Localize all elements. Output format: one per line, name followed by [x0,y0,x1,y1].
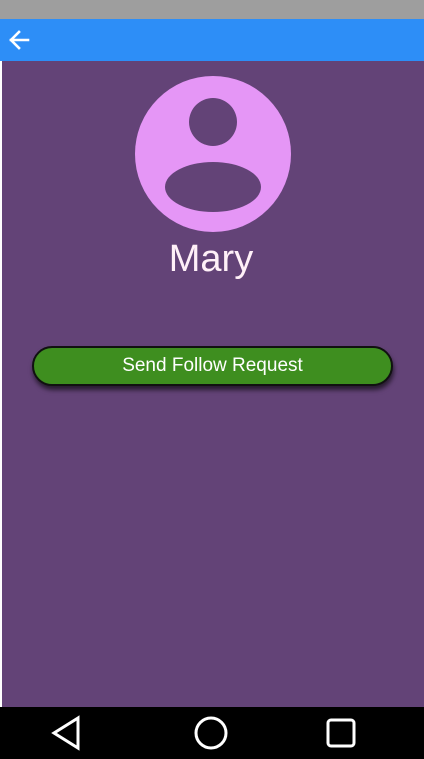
system-nav-bar [0,707,424,759]
back-button[interactable] [4,25,34,55]
profile-content: Mary Send Follow Request [2,61,424,707]
arrow-left-icon [9,30,30,50]
nav-recents-button[interactable] [321,714,361,752]
triangle-back-icon [51,715,80,751]
account-circle-icon [135,76,291,232]
app-bar [0,19,424,61]
circle-home-icon [194,716,228,750]
nav-back-button[interactable] [46,714,86,752]
profile-name: Mary [168,238,254,280]
send-follow-request-button[interactable]: Send Follow Request [32,346,393,386]
square-recents-icon [326,718,356,748]
status-bar [0,0,424,19]
nav-home-button[interactable] [191,714,231,752]
